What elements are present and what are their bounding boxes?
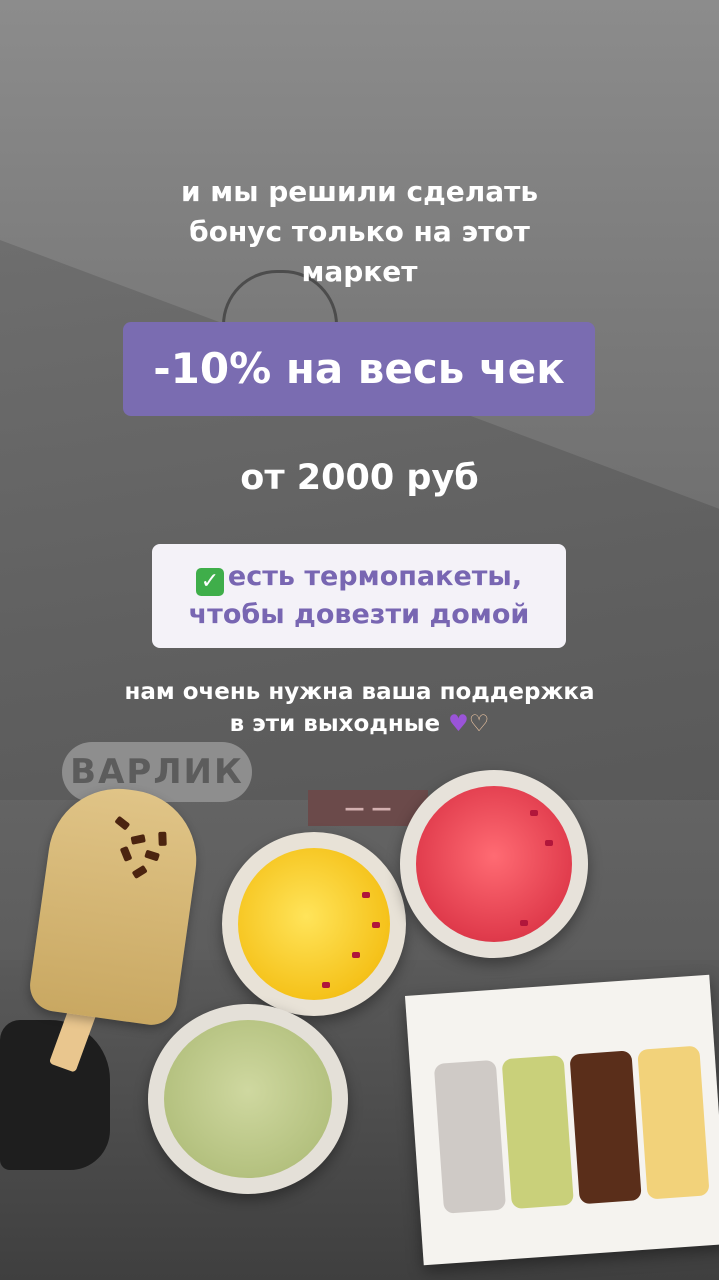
support-line: в эти выходные ♥♡: [0, 708, 719, 740]
berry-crumb: [545, 840, 553, 846]
pistachio-eskimo: [501, 1055, 574, 1210]
chocolate-sprinkle: [114, 815, 131, 831]
berry-crumb: [530, 810, 538, 816]
note-text: есть термопакеты,: [227, 561, 523, 592]
mango-sorbet-cup-image: [222, 832, 406, 1016]
purple-heart-icon: ♥: [448, 711, 469, 737]
chocolate-eskimo: [569, 1050, 642, 1205]
pistachio-gelato: [164, 1020, 332, 1178]
discount-badge: -10% на весь чек: [123, 322, 595, 416]
chocolate-sprinkle: [130, 834, 146, 845]
berry-crumb: [352, 952, 360, 958]
note-line: чтобы довезти домой: [188, 599, 530, 630]
check-icon: ✓: [195, 568, 224, 596]
intro-line: бонус только на этот: [189, 215, 530, 248]
heart-hands-icon: ♡: [468, 711, 490, 737]
gloved-hand-image: [0, 1020, 110, 1170]
chocolate-sprinkle: [131, 864, 148, 880]
mango-eskimo: [637, 1045, 710, 1200]
berry-crumb: [322, 982, 330, 988]
raspberry-sorbet: [416, 786, 572, 942]
support-text: нам очень нужна ваша поддержка в эти вых…: [0, 676, 719, 740]
eskimo-box-image: [404, 974, 719, 1266]
berry-crumb: [520, 920, 528, 926]
minimum-order-text: от 2000 руб: [240, 458, 479, 498]
market-sign: ВАРЛИК: [62, 742, 252, 802]
berry-crumb: [372, 922, 380, 928]
thermo-bag-note: ✓ есть термопакеты, чтобы довезти домой: [152, 544, 566, 648]
note-line: ✓ есть термопакеты,: [152, 558, 566, 596]
chocolate-sprinkle: [119, 845, 133, 862]
support-line: нам очень нужна ваша поддержка: [124, 679, 595, 705]
intro-line: и мы решили сделать: [180, 175, 539, 208]
pistachio-gelato-cup-image: [148, 1004, 348, 1194]
coconut-eskimo: [433, 1059, 507, 1214]
mango-sorbet: [238, 848, 390, 1000]
intro-text: и мы решили сделать бонус только на этот…: [0, 172, 719, 292]
chocolate-sprinkle: [158, 831, 167, 846]
support-line-text: в эти выходные: [229, 711, 441, 737]
intro-line: маркет: [301, 255, 418, 288]
chocolate-sprinkle: [144, 849, 160, 862]
raspberry-sorbet-cup-image: [400, 770, 588, 958]
berry-crumb: [362, 892, 370, 898]
